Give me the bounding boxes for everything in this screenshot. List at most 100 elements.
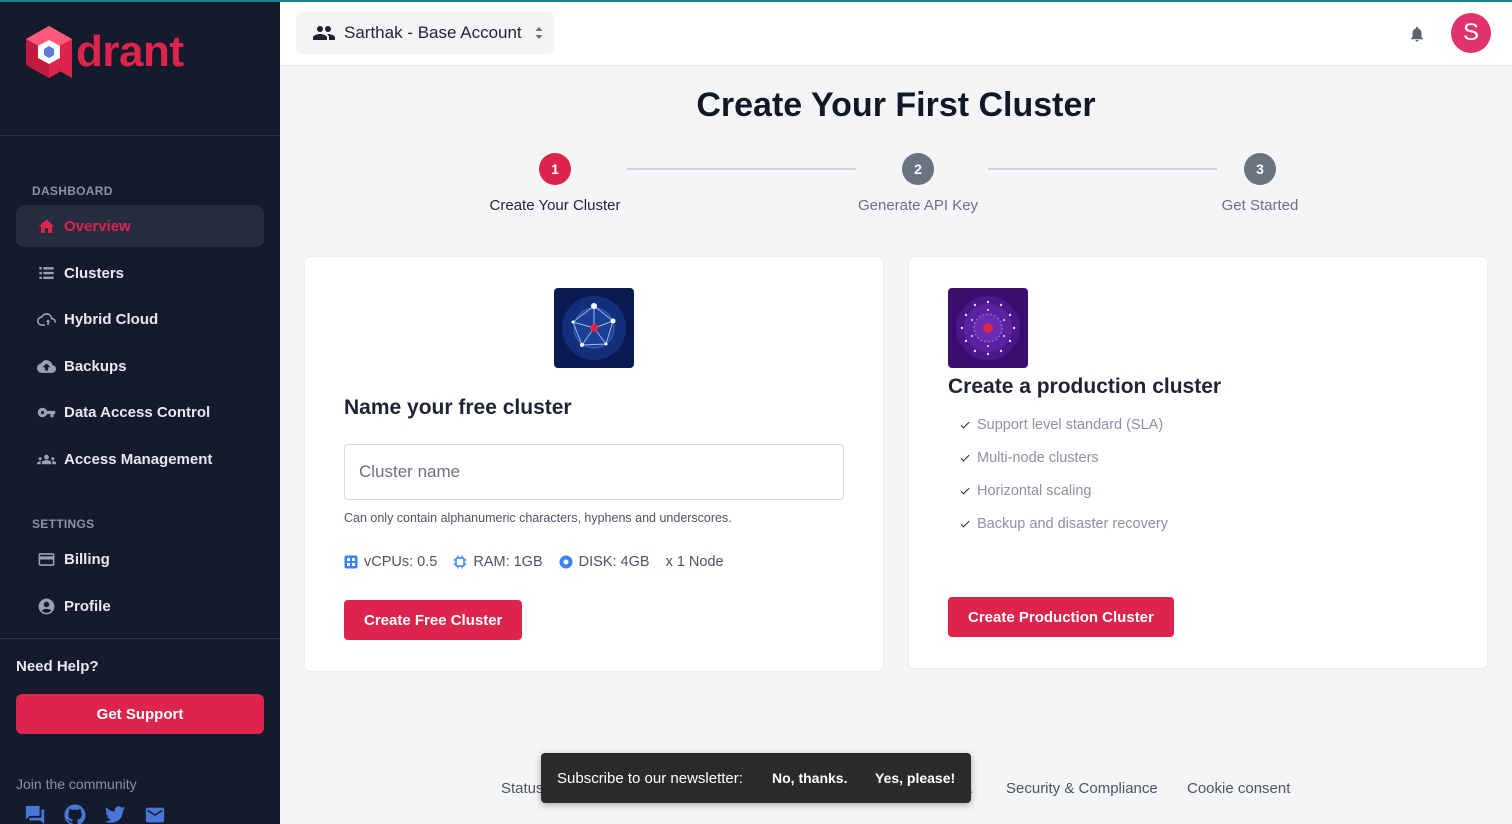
chat-icon[interactable] <box>24 804 46 824</box>
disk-icon <box>559 555 573 569</box>
qdrant-logo-icon <box>26 26 72 78</box>
cluster-name-input[interactable] <box>344 444 844 500</box>
cloud-upload-icon <box>36 356 56 376</box>
feature-item: Backup and disaster recovery <box>959 516 1168 532</box>
sidebar-divider <box>0 135 280 136</box>
need-help-title: Need Help? <box>16 658 99 675</box>
footer-link-status[interactable]: Status <box>501 780 544 797</box>
step-label: Get Started <box>1221 197 1299 214</box>
production-cluster-illustration-icon <box>948 288 1028 368</box>
spec-nodes: x 1 Node <box>665 554 724 570</box>
create-free-cluster-button[interactable]: Create Free Cluster <box>344 600 523 640</box>
step-connector <box>627 168 856 170</box>
sidebar-item-label: Hybrid Cloud <box>64 310 159 328</box>
accept-newsletter-button[interactable]: Yes, please! <box>875 770 955 786</box>
sidebar-item-data-access-control[interactable]: Data Access Control <box>16 391 264 433</box>
sidebar-item-profile[interactable]: Profile <box>16 585 264 627</box>
production-cluster-card: Create a production cluster Support leve… <box>908 256 1488 669</box>
step-2: 2 Generate API Key <box>858 153 978 214</box>
social-links <box>24 804 166 824</box>
spec-ram-value: RAM: 1GB <box>473 554 543 570</box>
sort-arrows-icon <box>534 26 544 40</box>
step-label: Create Your Cluster <box>489 197 621 214</box>
get-support-button[interactable]: Get Support <box>16 694 264 734</box>
spec-disk: DISK: 4GB <box>559 554 650 570</box>
feature-label: Multi-node clusters <box>977 450 1099 466</box>
sidebar: drant DASHBOARD Overview Clusters Hybrid… <box>0 0 280 824</box>
top-bar: Sarthak - Base Account S <box>280 2 1512 66</box>
step-number: 3 <box>1244 153 1276 185</box>
decline-newsletter-button[interactable]: No, thanks. <box>772 770 847 786</box>
page-title: Create Your First Cluster <box>696 86 1096 124</box>
check-icon <box>959 419 971 431</box>
cpu-grid-icon <box>344 555 358 569</box>
sidebar-item-label: Data Access Control <box>64 403 211 421</box>
step-1: 1 Create Your Cluster <box>490 153 620 214</box>
step-number: 2 <box>902 153 934 185</box>
logo-text: drant <box>76 27 184 76</box>
footer-link-security[interactable]: Security & Compliance <box>1006 780 1158 797</box>
toast-message: Subscribe to our newsletter: <box>557 769 743 787</box>
sidebar-item-label: Billing <box>64 550 110 568</box>
key-icon <box>36 402 56 422</box>
sidebar-item-label: Access Management <box>64 450 213 468</box>
cluster-name-hint: Can only contain alphanumeric characters… <box>344 511 732 525</box>
sidebar-item-label: Clusters <box>64 264 125 282</box>
sidebar-divider <box>0 638 280 639</box>
sidebar-item-backups[interactable]: Backups <box>16 345 264 387</box>
step-label: Generate API Key <box>857 197 979 214</box>
spec-vcpus-value: vCPUs: 0.5 <box>364 554 438 570</box>
spec-ram: RAM: 1GB <box>453 554 543 570</box>
twitter-icon[interactable] <box>104 804 126 824</box>
feature-item: Support level standard (SLA) <box>959 417 1163 433</box>
create-production-cluster-button[interactable]: Create Production Cluster <box>948 597 1174 637</box>
sidebar-item-label: Backups <box>64 357 127 375</box>
section-title-settings: SETTINGS <box>32 517 95 531</box>
production-cluster-heading: Create a production cluster <box>948 375 1222 398</box>
sidebar-item-hybrid-cloud[interactable]: Hybrid Cloud <box>16 298 264 340</box>
email-icon[interactable] <box>144 804 166 824</box>
account-name: Sarthak - Base Account <box>344 23 522 42</box>
chip-icon <box>453 555 467 569</box>
free-cluster-illustration-icon <box>554 288 634 368</box>
sidebar-item-billing[interactable]: Billing <box>16 538 264 580</box>
home-icon <box>36 216 56 236</box>
list-icon <box>36 263 56 283</box>
cloud-sync-icon <box>36 309 56 329</box>
step-3: 3 Get Started <box>1220 153 1300 214</box>
sidebar-item-label: Profile <box>64 597 111 615</box>
newsletter-toast: Subscribe to our newsletter: No, thanks.… <box>541 753 971 803</box>
footer-link-cookie-consent[interactable]: Cookie consent <box>1187 780 1290 797</box>
free-cluster-card: Name your free cluster Can only contain … <box>304 256 884 672</box>
step-number: 1 <box>539 153 571 185</box>
qdrant-logo[interactable]: drant <box>24 24 184 80</box>
feature-label: Horizontal scaling <box>977 483 1092 499</box>
user-circle-icon <box>36 596 56 616</box>
spec-vcpus: vCPUs: 0.5 <box>344 554 437 570</box>
feature-label: Support level standard (SLA) <box>977 417 1164 433</box>
top-accent-line <box>0 0 1512 2</box>
sidebar-item-clusters[interactable]: Clusters <box>16 252 264 294</box>
check-icon <box>959 518 971 530</box>
github-icon[interactable] <box>64 804 86 824</box>
free-cluster-heading: Name your free cluster <box>344 396 572 419</box>
people-icon <box>36 449 56 469</box>
sidebar-item-access-management[interactable]: Access Management <box>16 438 264 480</box>
check-icon <box>959 485 971 497</box>
credit-card-icon <box>36 549 56 569</box>
feature-item: Multi-node clusters <box>959 450 1099 466</box>
feature-item: Horizontal scaling <box>959 483 1091 499</box>
account-switcher[interactable]: Sarthak - Base Account <box>296 12 554 54</box>
sidebar-item-overview[interactable]: Overview <box>16 205 264 247</box>
check-icon <box>959 452 971 464</box>
feature-label: Backup and disaster recovery <box>977 516 1169 532</box>
sidebar-item-label: Overview <box>64 217 131 235</box>
avatar[interactable]: S <box>1451 13 1491 53</box>
people-icon <box>312 21 336 45</box>
step-connector <box>988 168 1217 170</box>
cluster-specs: vCPUs: 0.5 RAM: 1GB DISK: 4GB x 1 Node <box>344 554 740 570</box>
community-title: Join the community <box>16 776 137 792</box>
section-title-dashboard: DASHBOARD <box>32 184 113 198</box>
notification-bell-icon[interactable] <box>1408 24 1426 44</box>
spec-disk-value: DISK: 4GB <box>578 554 650 570</box>
